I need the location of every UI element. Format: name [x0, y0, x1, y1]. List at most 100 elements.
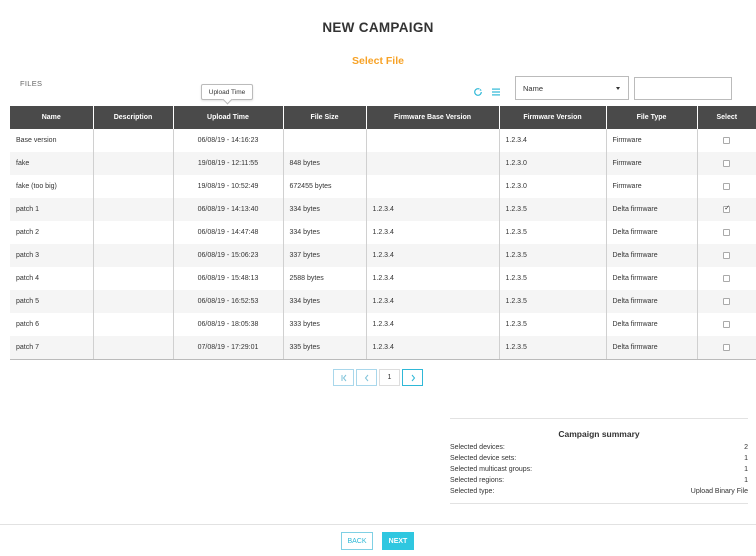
cell-description	[93, 313, 174, 336]
upload-time-tooltip: Upload Time	[201, 84, 253, 100]
cell-description	[93, 198, 174, 221]
back-button[interactable]: BACK	[341, 532, 373, 550]
campaign-summary: Campaign summary Selected devices: 2 Sel…	[450, 418, 748, 504]
select-checkbox[interactable]	[723, 251, 731, 259]
cell-firmware-base-version: 1.2.3.4	[366, 267, 500, 290]
table-row[interactable]: patch 7 07/08/19 - 17:29:01 335 bytes 1.2.3…	[10, 336, 756, 360]
cell-select	[697, 221, 756, 244]
page-title: NEW CAMPAIGN	[322, 20, 434, 35]
select-checkbox[interactable]	[723, 228, 731, 236]
summary-row: Selected regions: 1	[450, 477, 748, 484]
column-header-firmware-version[interactable]: Firmware Version	[499, 106, 607, 129]
cell-firmware-base-version: 1.2.3.4	[366, 244, 500, 267]
cell-firmware-version: 1.2.3.0	[499, 152, 607, 175]
summary-row: Selected multicast groups: 1	[450, 466, 748, 473]
cell-name: patch 4	[10, 267, 94, 290]
cell-upload-time: 07/08/19 - 17:29:01	[173, 336, 284, 360]
filter-input[interactable]	[634, 77, 732, 100]
cell-select	[697, 244, 756, 267]
cell-upload-time: 06/08/19 - 14:13:40	[173, 198, 284, 221]
cell-file-type: Firmware	[606, 152, 698, 175]
select-checkbox[interactable]	[723, 320, 731, 328]
chevron-down-icon	[616, 87, 620, 90]
summary-label: Selected multicast groups:	[450, 466, 533, 473]
cell-select	[697, 198, 756, 221]
table-row[interactable]: fake 19/08/19 - 12:11:55 848 bytes 1.2.3.0 F…	[10, 152, 756, 175]
next-page-icon	[411, 374, 415, 381]
cell-firmware-version: 1.2.3.5	[499, 267, 607, 290]
next-page-button[interactable]	[402, 369, 423, 386]
column-header-upload-time[interactable]: Upload Time	[173, 106, 284, 129]
cell-name: fake (too big)	[10, 175, 94, 198]
select-checkbox[interactable]	[723, 297, 731, 305]
sort-by-selected-value: Name	[523, 84, 544, 93]
cell-select	[697, 336, 756, 360]
summary-row: Selected device sets: 1	[450, 455, 748, 462]
summary-label: Selected device sets:	[450, 455, 517, 462]
table-row[interactable]: patch 5 06/08/19 - 16:52:53 334 bytes 1.2.3…	[10, 290, 756, 313]
cell-name: patch 2	[10, 221, 94, 244]
select-checkbox[interactable]	[723, 274, 731, 282]
cell-select	[697, 290, 756, 313]
summary-value: 1	[744, 477, 748, 484]
cell-firmware-base-version: 1.2.3.4	[366, 290, 500, 313]
summary-label: Selected regions:	[450, 477, 505, 484]
table-row[interactable]: patch 2 06/08/19 - 14:47:48 334 bytes 1.2.3…	[10, 221, 756, 244]
cell-file-size: 848 bytes	[283, 152, 367, 175]
cell-firmware-base-version	[366, 152, 500, 175]
cell-file-type: Delta firmware	[606, 221, 698, 244]
next-button[interactable]: NEXT	[382, 532, 414, 550]
refresh-icon[interactable]	[472, 86, 484, 98]
cell-firmware-base-version: 1.2.3.4	[366, 313, 500, 336]
cell-firmware-version: 1.2.3.0	[499, 175, 607, 198]
summary-value: 1	[744, 466, 748, 473]
cell-file-type: Delta firmware	[606, 336, 698, 360]
select-checkbox[interactable]	[723, 182, 731, 190]
table-row[interactable]: Base version 06/08/19 - 14:16:23 1.2.3.4 Fi…	[10, 129, 756, 152]
table-row[interactable]: patch 1 06/08/19 - 14:13:40 334 bytes 1.2.3…	[10, 198, 756, 221]
table-row[interactable]: patch 6 06/08/19 - 18:05:38 333 bytes 1.2.3…	[10, 313, 756, 336]
cell-firmware-version: 1.2.3.5	[499, 336, 607, 360]
list-view-icon[interactable]	[490, 86, 502, 98]
cell-select	[697, 129, 756, 152]
first-page-button[interactable]	[333, 369, 354, 386]
cell-name: fake	[10, 152, 94, 175]
prev-page-icon	[364, 374, 368, 381]
table-row[interactable]: patch 3 06/08/19 - 15:06:23 337 bytes 1.2.3…	[10, 244, 756, 267]
column-header-name[interactable]: Name	[10, 106, 94, 129]
cell-upload-time: 06/08/19 - 15:48:13	[173, 267, 284, 290]
cell-file-size: 2588 bytes	[283, 267, 367, 290]
select-checkbox[interactable]	[723, 159, 731, 167]
cell-description	[93, 129, 174, 152]
cell-file-type: Delta firmware	[606, 267, 698, 290]
summary-value: 1	[744, 455, 748, 462]
table-header-row: Name Description Upload Time File Size F…	[10, 106, 756, 129]
cell-file-type: Delta firmware	[606, 198, 698, 221]
sort-by-select[interactable]: Name	[515, 76, 629, 100]
column-header-file-size[interactable]: File Size	[283, 106, 367, 129]
cell-firmware-version: 1.2.3.5	[499, 221, 607, 244]
table-row[interactable]: fake (too big) 19/08/19 - 10:52:49 672455 …	[10, 175, 756, 198]
cell-firmware-base-version: 1.2.3.4	[366, 198, 500, 221]
prev-page-button[interactable]	[356, 369, 377, 386]
cell-name: Base version	[10, 129, 94, 152]
cell-select	[697, 175, 756, 198]
column-header-firmware-base-version[interactable]: Firmware Base Version	[366, 106, 500, 129]
cell-file-size: 335 bytes	[283, 336, 367, 360]
column-header-description[interactable]: Description	[93, 106, 174, 129]
cell-file-size: 333 bytes	[283, 313, 367, 336]
cell-upload-time: 06/08/19 - 18:05:38	[173, 313, 284, 336]
pagination: 1	[333, 369, 423, 386]
cell-file-size: 672455 bytes	[283, 175, 367, 198]
cell-description	[93, 244, 174, 267]
select-checkbox[interactable]	[723, 204, 731, 213]
select-checkbox[interactable]	[723, 343, 731, 351]
page-subtitle: Select File	[352, 55, 404, 67]
column-header-file-type[interactable]: File Type	[606, 106, 698, 129]
cell-firmware-base-version: 1.2.3.4	[366, 336, 500, 360]
cell-file-type: Delta firmware	[606, 313, 698, 336]
select-checkbox[interactable]	[723, 136, 731, 144]
summary-title: Campaign summary	[558, 429, 640, 439]
first-page-icon	[341, 374, 346, 381]
table-row[interactable]: patch 4 06/08/19 - 15:48:13 2588 bytes 1.2.…	[10, 267, 756, 290]
